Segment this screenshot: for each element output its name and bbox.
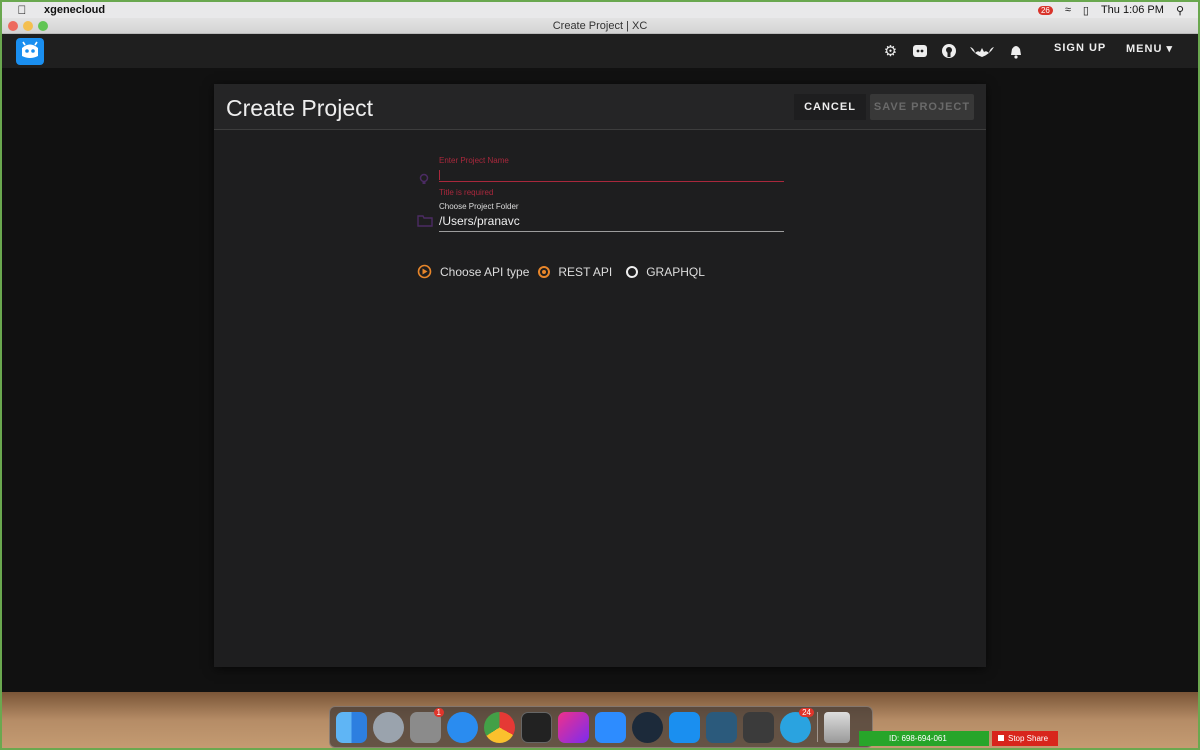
rest-api-label[interactable]: REST API xyxy=(558,265,612,279)
notification-badge: 26 xyxy=(1037,5,1053,15)
project-name-underline xyxy=(439,181,784,182)
apple-icon[interactable]:  xyxy=(10,3,34,17)
macos-menubar:  xgenecloud 26 ≈ ▯ Thu 1:06 PM ⚲ xyxy=(2,2,1198,18)
lightbulb-icon xyxy=(417,172,433,186)
telegram-icon[interactable]: 24 xyxy=(780,707,814,743)
page-title: Create Project xyxy=(226,95,374,121)
settings-icon[interactable]: ⚙ xyxy=(882,42,899,60)
battery-icon[interactable]: ▯ xyxy=(1083,4,1089,17)
graphql-label[interactable]: GRAPHQL xyxy=(646,265,705,279)
minimize-window-button[interactable] xyxy=(23,21,33,31)
wifi-icon[interactable]: ≈ xyxy=(1065,4,1071,16)
menubar-app-name[interactable]: xgenecloud xyxy=(44,4,105,16)
sublime-text-icon[interactable] xyxy=(743,711,774,743)
folder-icon[interactable] xyxy=(417,214,433,228)
menu-label: MENU xyxy=(1126,43,1163,55)
discord-icon[interactable] xyxy=(911,42,928,59)
telegram-badge: 24 xyxy=(799,707,814,717)
terminal-icon[interactable] xyxy=(521,711,552,743)
app-store-icon[interactable] xyxy=(447,711,478,743)
window-title: Create Project | XC xyxy=(552,20,648,32)
play-arrow-icon xyxy=(417,264,432,279)
dock-divider xyxy=(817,712,818,742)
github-icon[interactable] xyxy=(940,42,957,59)
notifications-bell-icon[interactable] xyxy=(1007,42,1024,59)
zoom-icon[interactable] xyxy=(595,711,626,743)
menu-button[interactable]: MENU ▾ xyxy=(1126,42,1173,55)
project-folder-input[interactable]: /Users/pranavc xyxy=(439,214,520,228)
screen-share-id: ID: 698-694-061 xyxy=(859,731,989,746)
bat-icon[interactable] xyxy=(969,42,995,59)
create-project-card: Create Project CANCEL SAVE PROJECT Enter… xyxy=(214,84,986,667)
project-name-input[interactable] xyxy=(439,170,440,180)
api-type-label: Choose API type xyxy=(440,264,530,279)
macos-dock: 1 24 xyxy=(329,706,873,748)
window-titlebar: Create Project | XC xyxy=(2,18,1198,34)
intellij-icon[interactable] xyxy=(558,711,589,743)
cancel-button[interactable]: CANCEL xyxy=(794,94,866,120)
card-header: Create Project CANCEL SAVE PROJECT xyxy=(214,84,986,130)
app-logo[interactable] xyxy=(16,38,44,65)
project-name-error: Title is required xyxy=(439,188,494,197)
xgenecloud-icon[interactable] xyxy=(669,711,700,743)
graphql-radio[interactable] xyxy=(626,265,639,278)
caret-down-icon: ▾ xyxy=(1166,43,1173,55)
menubar-clock[interactable]: Thu 1:06 PM xyxy=(1101,4,1164,16)
finder-icon[interactable] xyxy=(336,711,367,743)
app-header: ⚙ SIGN UP MENU ▾ xyxy=(2,34,1198,68)
launchpad-icon[interactable] xyxy=(373,711,404,743)
screen:  xgenecloud 26 ≈ ▯ Thu 1:06 PM ⚲ Create… xyxy=(2,2,1198,748)
sign-up-button[interactable]: SIGN UP xyxy=(1054,42,1106,54)
system-preferences-icon[interactable]: 1 xyxy=(410,707,444,743)
save-project-button[interactable]: SAVE PROJECT xyxy=(870,94,974,120)
trash-icon[interactable] xyxy=(824,711,850,743)
zoom-window-button[interactable] xyxy=(38,21,48,31)
mysql-workbench-icon[interactable] xyxy=(706,711,737,743)
quicktime-icon[interactable] xyxy=(632,711,663,743)
rest-api-radio[interactable] xyxy=(538,265,551,278)
search-icon[interactable]: ⚲ xyxy=(1176,4,1184,17)
project-folder-underline xyxy=(439,231,784,232)
project-name-label: Enter Project Name xyxy=(439,156,509,165)
chrome-icon[interactable] xyxy=(484,711,515,743)
project-folder-label: Choose Project Folder xyxy=(439,202,519,211)
stop-share-button[interactable]: Stop Share xyxy=(992,731,1058,746)
close-window-button[interactable] xyxy=(8,21,18,31)
system-preferences-badge: 1 xyxy=(433,707,444,717)
api-type-group: Choose API type REST API GRAPHQL xyxy=(417,264,705,279)
